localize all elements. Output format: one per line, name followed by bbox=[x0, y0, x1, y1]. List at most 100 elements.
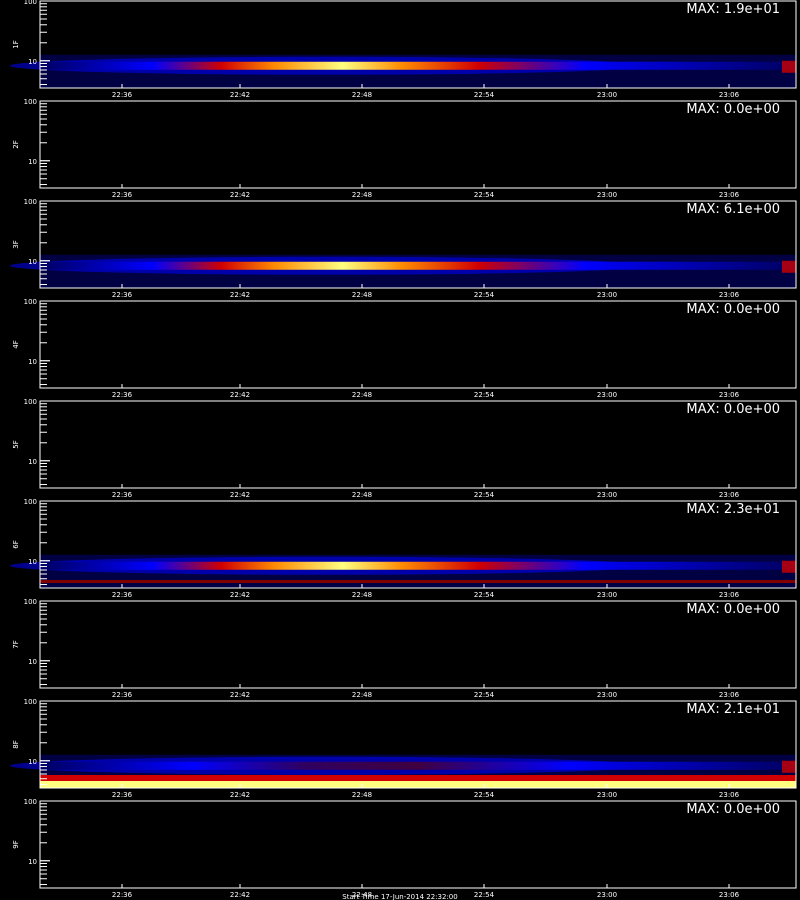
y-tick-label-10: 10 bbox=[28, 58, 37, 66]
max-value-label: MAX: 0.0e+00 bbox=[686, 102, 780, 117]
x-tick-label: 22:54 bbox=[474, 191, 495, 199]
x-tick-label: 22:54 bbox=[474, 491, 495, 499]
x-tick-label: 22:36 bbox=[112, 591, 133, 599]
y-tick-label-100: 100 bbox=[24, 198, 37, 206]
x-tick-label: 22:48 bbox=[352, 691, 372, 699]
panel-background bbox=[40, 301, 796, 388]
y-tick-label-100: 100 bbox=[24, 498, 37, 506]
x-tick-label: 22:42 bbox=[230, 91, 250, 99]
x-tick-label: 22:36 bbox=[112, 691, 133, 699]
x-tick-label: 22:48 bbox=[352, 591, 372, 599]
panel-background bbox=[40, 101, 796, 188]
signal-core-band bbox=[40, 261, 796, 270]
signal-core-band bbox=[40, 61, 796, 70]
x-tick-label: 22:36 bbox=[112, 91, 133, 99]
x-tick-label: 22:42 bbox=[230, 691, 250, 699]
x-tick-label: 22:36 bbox=[112, 891, 133, 899]
x-tick-label: 22:54 bbox=[474, 691, 495, 699]
x-tick-label: 23:00 bbox=[597, 791, 617, 799]
x-tick-label: 23:06 bbox=[719, 691, 740, 699]
x-tick-label: 23:00 bbox=[597, 591, 617, 599]
x-tick-label: 22:42 bbox=[230, 191, 250, 199]
panel-background bbox=[40, 401, 796, 488]
max-value-label: MAX: 0.0e+00 bbox=[686, 402, 780, 417]
max-value-label: MAX: 2.3e+01 bbox=[686, 502, 780, 517]
y-tick-label-10: 10 bbox=[28, 658, 37, 666]
y-tick-label-100: 100 bbox=[24, 98, 37, 106]
panel-ylabel: 3F bbox=[12, 240, 20, 248]
panel-3f: 100 10 3F 22:36 22:42 22:48 22:54 23:00 23:06 MAX… bbox=[9, 198, 797, 299]
max-value-label: MAX: 6.1e+00 bbox=[686, 202, 780, 217]
max-value-label: MAX: 2.1e+01 bbox=[686, 702, 780, 717]
x-tick-label: 22:42 bbox=[230, 491, 250, 499]
x-tick-label: 22:42 bbox=[230, 891, 250, 899]
x-tick-label: 22:48 bbox=[352, 491, 372, 499]
y-tick-label-10: 10 bbox=[28, 258, 37, 266]
signal-core-band bbox=[40, 761, 796, 770]
panel-ylabel: 5F bbox=[12, 440, 20, 448]
x-tick-label: 22:48 bbox=[352, 791, 372, 799]
start-time-footer: Start Time 17-Jun-2014 22:32:00 bbox=[342, 893, 457, 900]
edge-signal bbox=[782, 760, 796, 773]
x-tick-label: 22:36 bbox=[112, 791, 133, 799]
panel-ylabel: 6F bbox=[12, 540, 20, 548]
spectrogram-figure: 100 10 1F 22:36 22:42 22:48 22:54 23:00 23:06 MAX… bbox=[9, 0, 797, 900]
y-tick-label-100: 100 bbox=[24, 798, 37, 806]
x-tick-label: 23:06 bbox=[719, 591, 740, 599]
x-tick-label: 22:42 bbox=[230, 591, 250, 599]
panel-8f: 100 10 8F 22:36 22:42 22:48 22:54 23:00 23:06 MAX… bbox=[9, 698, 797, 799]
low-energy-red-stripe bbox=[40, 775, 796, 781]
x-tick-label: 23:06 bbox=[719, 91, 740, 99]
panel-9f: 100109F22:36 22:42 22:48 22:54 23:00 23:06MAX… bbox=[12, 798, 797, 899]
edge-signal bbox=[782, 260, 796, 273]
y-tick-label-10: 10 bbox=[28, 858, 37, 866]
panel-5f: 100 10 5F 22:36 22:42 22:48 22:54 23:00 23:06 MAX… bbox=[12, 398, 797, 499]
y-tick-label-100: 100 bbox=[24, 698, 37, 706]
x-tick-label: 22:48 bbox=[352, 91, 372, 99]
spectrogram-signal bbox=[9, 554, 796, 588]
edge-signal bbox=[782, 560, 796, 573]
x-tick-label: 22:54 bbox=[474, 791, 495, 799]
x-tick-label: 23:00 bbox=[597, 691, 617, 699]
panel-ylabel: 1F bbox=[12, 40, 20, 48]
spectrogram-signal bbox=[9, 54, 796, 88]
panel-background bbox=[40, 601, 796, 688]
x-tick-label: 22:54 bbox=[474, 591, 495, 599]
x-tick-label: 23:00 bbox=[597, 891, 617, 899]
y-tick-label-10: 10 bbox=[28, 358, 37, 366]
panel-4f: 100 10 4F 22:36 22:42 22:48 22:54 23:00 23:06 MAX… bbox=[12, 298, 797, 399]
x-tick-label: 22:36 bbox=[112, 391, 133, 399]
panel-1f: 100 10 1F 22:36 22:42 22:48 22:54 23:00 23:06 MAX… bbox=[9, 0, 797, 99]
x-tick-label: 22:54 bbox=[474, 891, 495, 899]
y-tick-label-10: 10 bbox=[28, 158, 37, 166]
x-tick-label: 22:54 bbox=[474, 291, 495, 299]
x-tick-label: 22:48 bbox=[352, 391, 372, 399]
max-value-label: MAX: 1.9e+01 bbox=[686, 2, 780, 17]
low-energy-yellow-stripe bbox=[40, 781, 796, 788]
y-tick-label-100: 100 bbox=[24, 398, 37, 406]
signal-core-band bbox=[40, 561, 796, 570]
x-tick-label: 22:42 bbox=[230, 291, 250, 299]
spectrogram-signal bbox=[9, 754, 796, 788]
x-tick-label: 22:36 bbox=[112, 491, 133, 499]
x-tick-label: 23:00 bbox=[597, 291, 617, 299]
x-tick-label: 22:42 bbox=[230, 391, 250, 399]
x-tick-label: 22:54 bbox=[474, 391, 495, 399]
y-tick-label-100: 100 bbox=[24, 598, 37, 606]
panel-ylabel: 4F bbox=[12, 340, 20, 348]
max-value-label: MAX: 0.0e+00 bbox=[686, 802, 780, 817]
panel-ylabel: 8F bbox=[12, 740, 20, 748]
y-tick-label-10: 10 bbox=[28, 558, 37, 566]
y-tick-label-100: 100 bbox=[24, 0, 37, 6]
x-tick-label: 23:06 bbox=[719, 491, 740, 499]
x-tick-label: 23:00 bbox=[597, 391, 617, 399]
panel-6f: 100 10 6F 22:36 22:42 22:48 22:54 23:00 23:06 MAX… bbox=[9, 498, 797, 599]
x-tick-label: 22:48 bbox=[352, 191, 372, 199]
y-tick-label-10: 10 bbox=[28, 458, 37, 466]
x-tick-label: 22:36 bbox=[112, 191, 133, 199]
max-value-label: MAX: 0.0e+00 bbox=[686, 302, 780, 317]
panel-ylabel: 7F bbox=[12, 640, 20, 648]
x-tick-label: 23:00 bbox=[597, 491, 617, 499]
x-tick-label: 23:06 bbox=[719, 191, 740, 199]
x-tick-label: 23:06 bbox=[719, 391, 740, 399]
